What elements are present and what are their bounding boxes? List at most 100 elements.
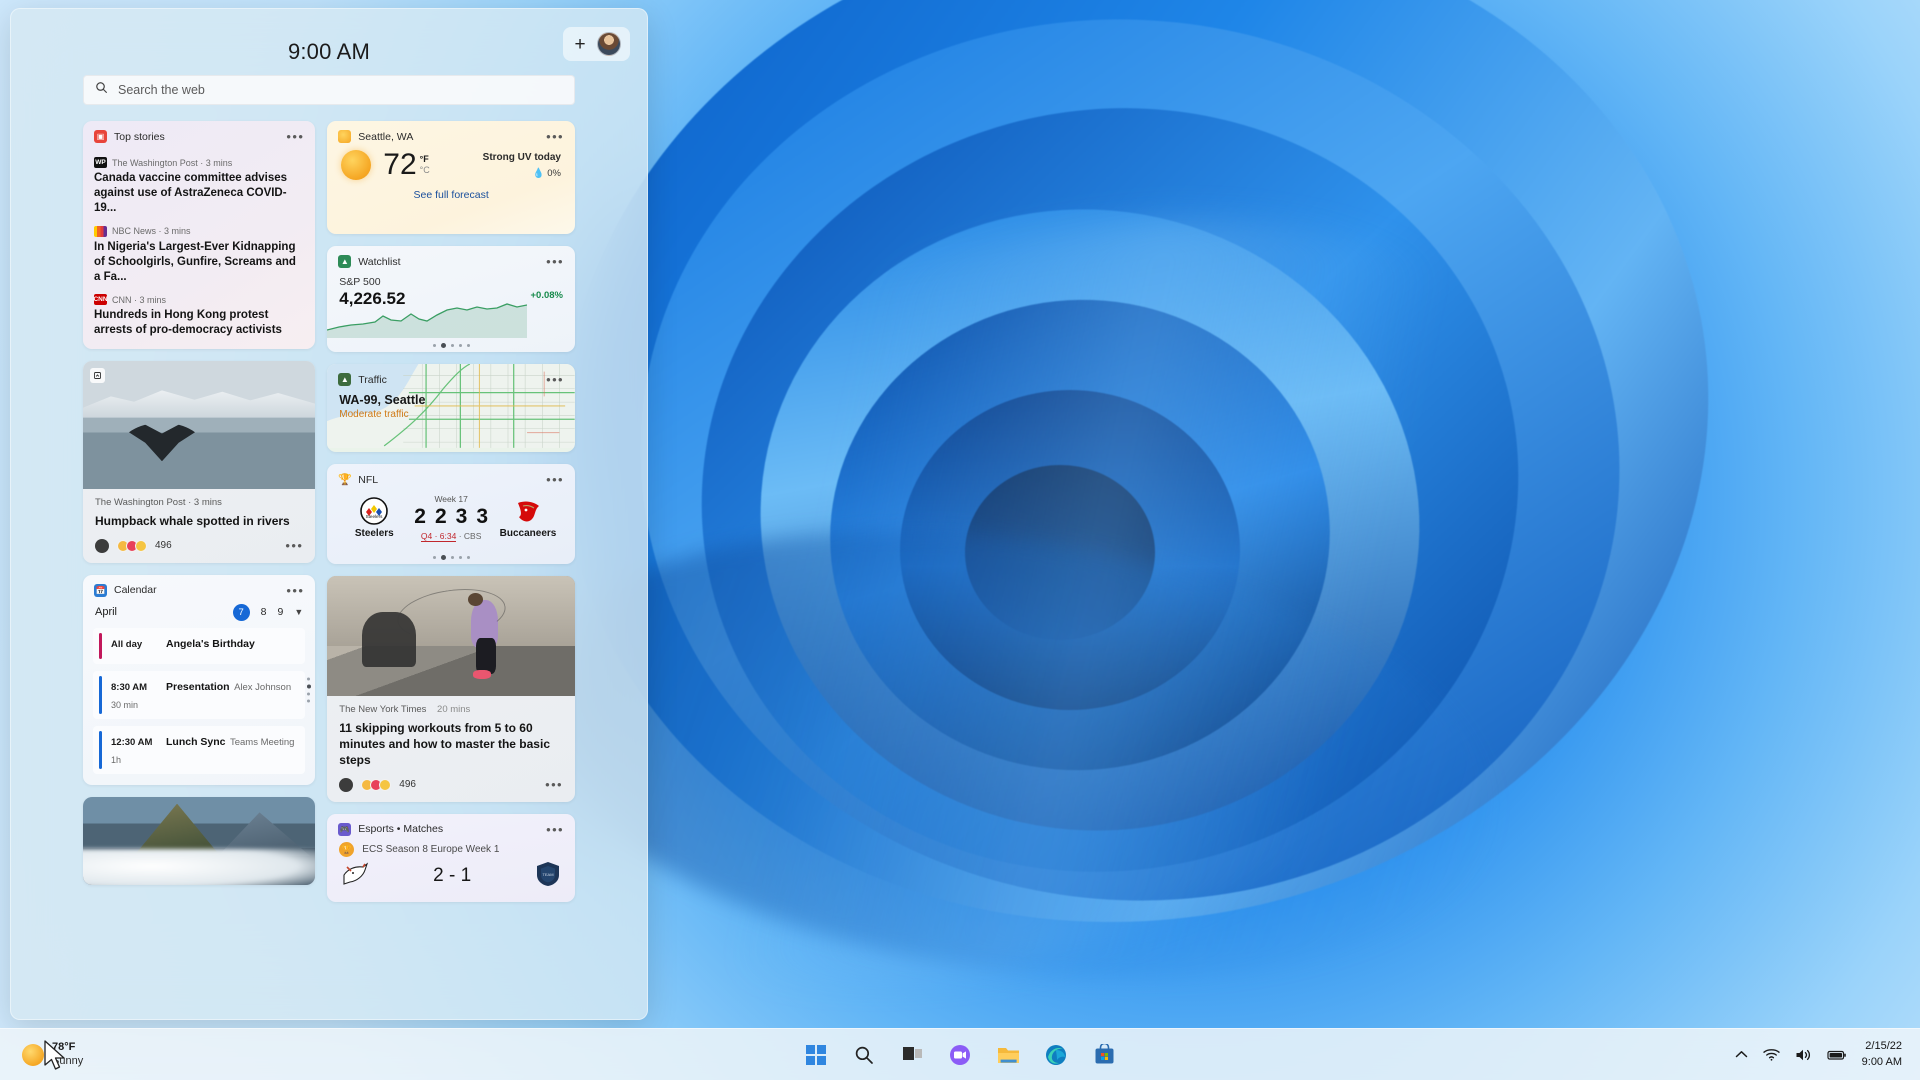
svg-text:TEAM: TEAM (542, 872, 553, 877)
event-title: Angela's Birthday (166, 638, 255, 650)
file-explorer-button[interactable] (995, 1042, 1021, 1068)
whale-photo (83, 361, 315, 489)
store-button[interactable] (1091, 1042, 1117, 1068)
see-full-forecast-link[interactable]: See full forecast (327, 189, 575, 201)
widget-top-stories[interactable]: ▣ Top stories ••• WP The Washington Post… (83, 121, 315, 349)
task-view-button[interactable] (899, 1042, 925, 1068)
volume-icon[interactable] (1795, 1048, 1812, 1062)
weather-icon (338, 130, 351, 143)
react-button-icon[interactable] (95, 539, 109, 553)
event-time: 12:30 AM (111, 737, 152, 748)
news-item[interactable]: CNN CNN · 3 mins Hundreds in Hong Kong p… (83, 294, 315, 349)
news-item[interactable]: WP The Washington Post · 3 mins Canada v… (83, 157, 315, 217)
calendar-icon: 📅 (94, 584, 107, 597)
uv-index-text: Strong UV today (483, 152, 561, 163)
more-options-icon[interactable]: ••• (286, 130, 304, 143)
nfl-week: Week 17 (405, 494, 497, 504)
news-source: NBC News · 3 mins (112, 226, 191, 236)
calendar-event[interactable]: 12:30 AM 1h Lunch Sync Teams Meeting (93, 726, 305, 774)
weather-location: Seattle, WA (358, 131, 539, 143)
widget-weather[interactable]: Seattle, WA ••• 72 °F °C Strong UV today… (327, 121, 575, 234)
widget-esports[interactable]: 🎮 Esports • Matches ••• 🏆 ECS Season 8 E… (327, 814, 575, 902)
more-options-icon[interactable]: ••• (285, 539, 303, 552)
more-options-icon[interactable]: ••• (546, 373, 564, 386)
game-quarter: Q4 · 6:34 (421, 531, 456, 542)
event-title: Presentation (166, 681, 230, 693)
calendar-month: April (95, 606, 233, 618)
widget-mountain-story[interactable] (83, 797, 315, 885)
react-button-icon[interactable] (339, 778, 353, 792)
traffic-icon: ▲ (338, 373, 351, 386)
chevron-up-icon[interactable] (1735, 1050, 1748, 1059)
search-button[interactable] (851, 1042, 877, 1068)
cnn-logo-icon: CNN (94, 294, 107, 305)
widget-traffic[interactable]: ▲ Traffic ••• WA-99, Seattle Moderate tr… (327, 364, 575, 452)
calendar-event[interactable]: 8:30 AM 30 min Presentation Alex Johnson (93, 671, 305, 719)
widgets-grid: ▣ Top stories ••• WP The Washington Post… (11, 105, 647, 902)
widgets-clock: 9:00 AM (11, 9, 647, 65)
calendar-day[interactable]: 9 (278, 606, 284, 618)
more-options-icon[interactable]: ••• (546, 473, 564, 486)
calendar-pagination[interactable] (307, 677, 311, 702)
calendar-event[interactable]: All day Angela's Birthday (93, 628, 305, 664)
esports-event-icon: 🏆 (339, 842, 354, 857)
watchlist-pagination[interactable] (327, 344, 575, 348)
widget-workout-story[interactable]: The New York Times 20 mins 11 skipping w… (327, 576, 575, 802)
chat-button[interactable] (947, 1042, 973, 1068)
reactions-row[interactable]: 496 ••• (83, 530, 315, 563)
widget-title: Esports • Matches (358, 823, 539, 835)
chevron-down-icon[interactable]: ▼ (294, 607, 303, 617)
wifi-icon[interactable] (1763, 1048, 1780, 1061)
battery-icon[interactable] (1827, 1049, 1847, 1061)
taskbar-apps (803, 1042, 1117, 1068)
save-story-icon[interactable] (90, 368, 105, 383)
taskbar-clock[interactable]: 2/15/22 9:00 AM (1862, 1039, 1902, 1071)
widgets-account-bar[interactable]: + (563, 27, 630, 61)
watchlist-icon: ▲ (338, 255, 351, 268)
more-options-icon[interactable]: ••• (546, 130, 564, 143)
weather-temperature: 72 (383, 150, 416, 180)
top-stories-icon: ▣ (94, 130, 107, 143)
widget-title: Calendar (114, 584, 279, 596)
widget-nfl[interactable]: 🏆 NFL ••• Steelers (327, 464, 575, 564)
news-headline[interactable]: In Nigeria's Largest-Ever Kidnapping of … (94, 240, 304, 286)
event-time: All day (111, 639, 142, 650)
more-options-icon[interactable]: ••• (545, 778, 563, 791)
away-score: 33 (456, 505, 497, 528)
story-source: The Washington Post · 3 mins (83, 489, 315, 508)
start-button[interactable] (803, 1042, 829, 1068)
story-headline[interactable]: Humpback whale spotted in rivers (83, 508, 315, 529)
reactions-row[interactable]: 496 ••• (327, 769, 575, 802)
calendar-day[interactable]: 8 (261, 606, 267, 618)
widget-calendar[interactable]: 📅 Calendar ••• April 7 8 9 ▼ (83, 575, 315, 785)
widget-whale-story[interactable]: The Washington Post · 3 mins Humpback wh… (83, 361, 315, 562)
away-team: Buccaneers (497, 497, 559, 539)
more-options-icon[interactable]: ••• (546, 255, 564, 268)
calendar-day-selected[interactable]: 7 (233, 604, 250, 621)
avatar[interactable] (597, 32, 621, 56)
news-item[interactable]: NBC News · 3 mins In Nigeria's Largest-E… (83, 226, 315, 286)
unit-celsius[interactable]: °C (420, 165, 430, 176)
home-team-name: Steelers (343, 528, 405, 539)
widgets-header: 9:00 AM + (11, 9, 647, 71)
taskbar-time: 9:00 AM (1862, 1055, 1902, 1071)
search-input[interactable] (118, 83, 563, 97)
search-bar[interactable] (83, 75, 575, 105)
news-headline[interactable]: Canada vaccine committee advises against… (94, 171, 304, 217)
reaction-count: 496 (399, 779, 416, 790)
news-headline[interactable]: Hundreds in Hong Kong protest arrests of… (94, 308, 304, 338)
more-options-icon[interactable]: ••• (286, 584, 304, 597)
story-headline[interactable]: 11 skipping workouts from 5 to 60 minute… (327, 715, 575, 769)
more-options-icon[interactable]: ••• (546, 823, 564, 836)
esports-team-right-logo-icon: TEAM (535, 861, 561, 892)
widget-title: Top stories (114, 131, 279, 143)
stock-symbol: S&P 500 (327, 276, 575, 288)
unit-fahrenheit[interactable]: °F (420, 154, 430, 165)
add-widget-icon[interactable]: + (572, 35, 588, 54)
steelers-logo-icon: Steelers (360, 497, 388, 525)
nfl-pagination[interactable] (327, 556, 575, 560)
news-source: The Washington Post · 3 mins (112, 158, 232, 168)
edge-button[interactable] (1043, 1042, 1069, 1068)
widget-watchlist[interactable]: ▲ Watchlist ••• S&P 500 4,226.52 +0.08% (327, 246, 575, 352)
esports-score: 2 - 1 (433, 865, 471, 887)
